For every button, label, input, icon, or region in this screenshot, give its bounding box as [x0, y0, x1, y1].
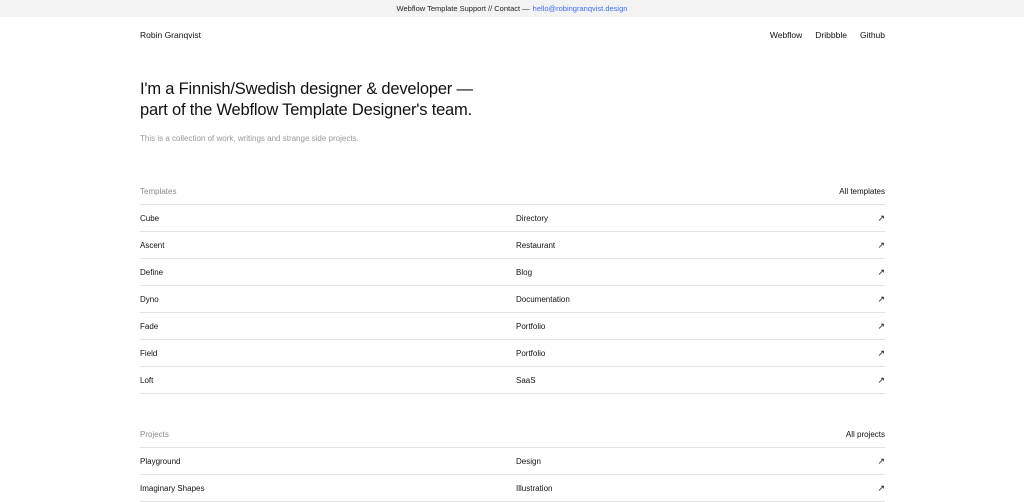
list-item[interactable]: Fade Portfolio ↗	[140, 313, 885, 340]
item-category: Portfolio	[516, 348, 546, 358]
item-name: Imaginary Shapes	[140, 483, 205, 493]
all-projects-link[interactable]: All projects	[846, 430, 885, 439]
list-item[interactable]: Playground Design ↗	[140, 448, 885, 475]
contact-email-link[interactable]: hello@robingranqvist.design	[533, 4, 628, 13]
item-category: Restaurant	[516, 240, 556, 250]
templates-label: Templates	[140, 186, 177, 196]
item-name: Playground	[140, 456, 181, 466]
hero-headline: I'm a Finnish/Swedish designer & develop…	[140, 80, 473, 119]
arrow-up-right-icon: ↗	[877, 320, 885, 331]
list-item[interactable]: Dyno Documentation ↗	[140, 286, 885, 313]
item-name: Dyno	[140, 294, 159, 304]
item-category: Portfolio	[516, 321, 546, 331]
item-category: Design	[516, 456, 541, 466]
arrow-up-right-icon: ↗	[877, 455, 885, 466]
projects-header: Projects All projects	[140, 421, 885, 448]
hero-subtitle: This is a collection of work, writings a…	[140, 134, 359, 143]
nav-link-webflow[interactable]: Webflow	[770, 30, 802, 40]
nav-links: Webflow Dribbble Github	[770, 30, 885, 40]
arrow-up-right-icon: ↗	[877, 212, 885, 223]
arrow-up-right-icon: ↗	[877, 266, 885, 277]
list-item[interactable]: Define Blog ↗	[140, 259, 885, 286]
hero: I'm a Finnish/Swedish designer & develop…	[140, 79, 885, 143]
item-name: Cube	[140, 213, 160, 223]
arrow-up-right-icon: ↗	[877, 482, 885, 493]
templates-section: Templates All templates Cube Directory ↗ As…	[140, 178, 885, 394]
templates-header: Templates All templates	[140, 178, 885, 205]
list-item[interactable]: Loft SaaS ↗	[140, 367, 885, 394]
item-name: Field	[140, 348, 158, 358]
list-item[interactable]: Imaginary Shapes Illustration ↗	[140, 475, 885, 502]
arrow-up-right-icon: ↗	[877, 239, 885, 250]
support-banner: Webflow Template Support // Contact — he…	[0, 0, 1024, 17]
item-category: Illustration	[516, 483, 553, 493]
item-name: Ascent	[140, 240, 165, 250]
item-name: Define	[140, 267, 164, 277]
item-category: SaaS	[516, 375, 536, 385]
item-category: Blog	[516, 267, 533, 277]
arrow-up-right-icon: ↗	[877, 347, 885, 358]
item-category: Documentation	[516, 294, 570, 304]
nav-link-dribbble[interactable]: Dribbble	[815, 30, 847, 40]
list-item[interactable]: Ascent Restaurant ↗	[140, 232, 885, 259]
arrow-up-right-icon: ↗	[877, 374, 885, 385]
projects-label: Projects	[140, 429, 169, 439]
site-brand[interactable]: Robin Granqvist	[140, 30, 201, 40]
list-item[interactable]: Field Portfolio ↗	[140, 340, 885, 367]
projects-section: Projects All projects Playground Design ↗ I…	[140, 421, 885, 502]
nav-link-github[interactable]: Github	[860, 30, 885, 40]
item-name: Loft	[140, 375, 154, 385]
all-templates-link[interactable]: All templates	[839, 187, 885, 196]
item-category: Directory	[516, 213, 549, 223]
list-item[interactable]: Cube Directory ↗	[140, 205, 885, 232]
item-name: Fade	[140, 321, 159, 331]
support-banner-text: Webflow Template Support // Contact —	[396, 4, 530, 13]
arrow-up-right-icon: ↗	[877, 293, 885, 304]
templates-list: Cube Directory ↗ Ascent Restaurant ↗ Define Blo…	[140, 205, 885, 394]
top-nav: Robin Granqvist Webflow Dribbble Github	[140, 17, 885, 52]
